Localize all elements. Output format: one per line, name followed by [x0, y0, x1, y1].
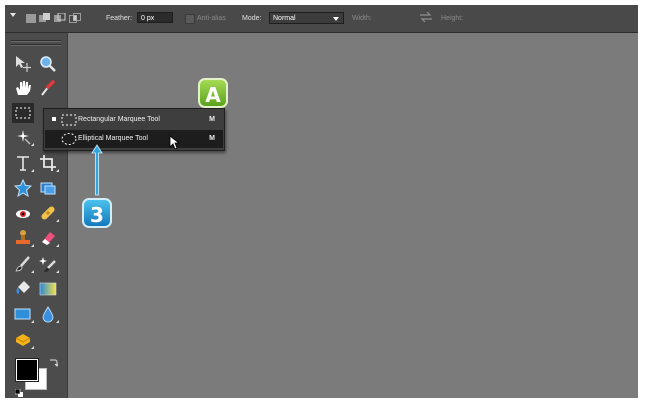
smart-brush-tool[interactable] [37, 254, 59, 274]
rectangular-marquee-icon [61, 113, 77, 129]
paint-bucket-icon [16, 281, 30, 294]
toolbox-divider [11, 44, 61, 46]
healing-brush-tool[interactable] [37, 203, 59, 223]
flyout-item-shortcut: M [209, 135, 215, 142]
blur-tool[interactable] [37, 304, 59, 324]
eyedropper-icon [41, 80, 55, 96]
blur-icon [42, 306, 54, 323]
magic-wand-icon [17, 130, 31, 145]
brush-icon [15, 256, 30, 272]
marquee-tool[interactable] [12, 103, 34, 123]
mouse-pointer-icon [169, 135, 181, 156]
add-selection-icon[interactable] [39, 13, 51, 23]
shape-tool[interactable] [12, 304, 34, 324]
marquee-icon [15, 107, 31, 119]
mode-select[interactable]: Normal [269, 12, 344, 24]
flyout-item-rectangular-marquee[interactable]: Rectangular Marquee Tool M [45, 111, 223, 129]
callout-arrow-up-icon [91, 143, 103, 202]
default-colors-icon[interactable] [14, 384, 23, 398]
width-label: Width: [352, 15, 372, 22]
callout-step-badge: 3 [82, 198, 112, 228]
sponge-tool[interactable] [12, 330, 34, 350]
eraser-icon [42, 232, 55, 245]
move-icon [16, 56, 31, 72]
feather-label: Feather: [106, 15, 133, 22]
height-label: Height: [441, 15, 464, 22]
marquee-tool-flyout: Rectangular Marquee Tool M Elliptical Ma… [43, 108, 225, 151]
magic-wand-tool[interactable] [12, 127, 34, 147]
sponge-icon [15, 334, 31, 346]
flyout-item-label: Rectangular Marquee Tool [78, 116, 160, 123]
workspace-canvas[interactable] [68, 33, 638, 398]
eraser-tool[interactable] [37, 228, 59, 248]
antialias-label: Anti-alias [197, 15, 226, 22]
smart-brush-icon [39, 257, 56, 272]
shape-icon [14, 308, 31, 320]
paint-bucket-tool[interactable] [12, 279, 34, 299]
clone-stamp-icon [16, 230, 30, 244]
type-tool[interactable] [12, 153, 34, 173]
cookie-cutter-tool[interactable] [12, 178, 34, 198]
gradient-tool[interactable] [37, 279, 59, 299]
red-eye-icon [16, 210, 30, 218]
crop-tool[interactable] [37, 153, 59, 173]
intersect-selection-icon[interactable] [69, 13, 82, 23]
toolbox-grip [11, 40, 61, 42]
new-selection-icon[interactable] [26, 14, 36, 23]
straighten-icon [40, 182, 56, 195]
move-tool[interactable] [12, 54, 34, 74]
flyout-item-elliptical-marquee[interactable]: Elliptical Marquee Tool M [45, 130, 223, 148]
antialias-checkbox[interactable] [185, 14, 195, 24]
active-tool-indicator-icon [52, 117, 56, 121]
type-icon [17, 156, 29, 171]
hand-tool[interactable] [12, 78, 34, 98]
cookie-cutter-icon [14, 179, 32, 197]
chevron-down-icon [333, 17, 339, 21]
options-bar: Feather: 0 px Anti-alias Mode: Normal Wi… [5, 5, 638, 33]
mode-label: Mode: [242, 15, 262, 22]
straighten-tool[interactable] [37, 178, 59, 198]
zoom-tool[interactable] [37, 54, 59, 74]
callout-a-badge: A [198, 78, 228, 108]
tool-preset-arrow-icon[interactable] [10, 13, 16, 17]
brush-tool[interactable] [12, 254, 34, 274]
eyedropper-tool[interactable] [37, 78, 59, 98]
clone-stamp-tool[interactable] [12, 228, 34, 248]
elliptical-marquee-icon [61, 132, 77, 148]
hand-icon [16, 81, 31, 95]
swap-dimensions-icon[interactable] [419, 11, 433, 23]
foreground-color-swatch[interactable] [16, 359, 38, 381]
flyout-item-shortcut: M [209, 116, 215, 123]
healing-brush-icon [41, 206, 55, 220]
zoom-icon [40, 56, 56, 72]
subtract-selection-icon[interactable] [54, 12, 66, 23]
gradient-icon [39, 282, 57, 296]
flyout-item-label: Elliptical Marquee Tool [78, 135, 148, 142]
toolbox [5, 33, 68, 398]
swap-colors-icon[interactable] [49, 354, 59, 372]
feather-input[interactable]: 0 px [137, 12, 173, 23]
mode-value: Normal [273, 15, 296, 22]
red-eye-tool[interactable] [12, 203, 34, 223]
editor-window: Feather: 0 px Anti-alias Mode: Normal Wi… [5, 5, 638, 398]
crop-icon [40, 155, 56, 171]
